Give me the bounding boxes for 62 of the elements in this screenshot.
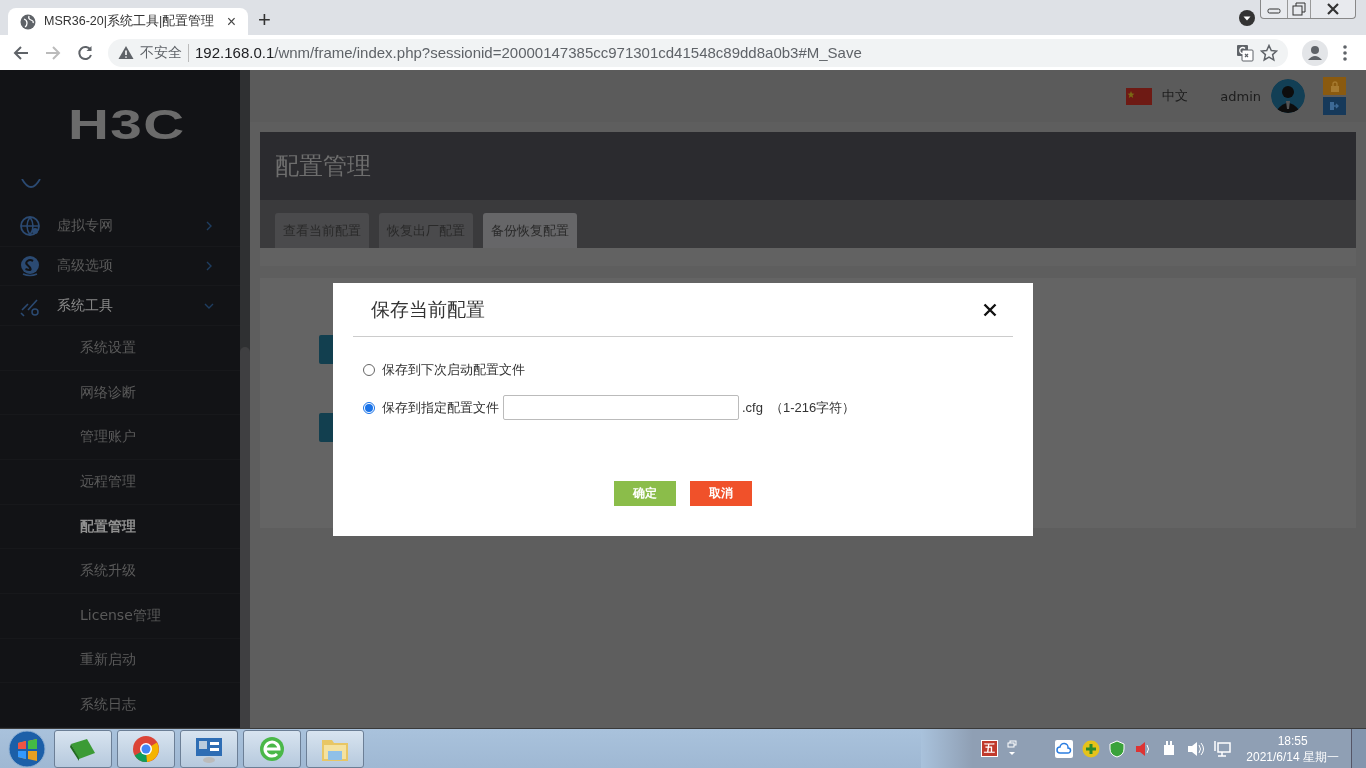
avatar-icon[interactable] <box>1271 79 1305 113</box>
forward-icon <box>44 43 62 62</box>
tab-close-button[interactable]: × <box>226 12 236 31</box>
plus-circle-icon[interactable] <box>1082 739 1101 758</box>
account-icon[interactable] <box>1302 39 1328 66</box>
filename-field[interactable] <box>503 395 739 420</box>
flag-icon <box>1126 87 1153 105</box>
new-tab-button[interactable]: + <box>258 7 271 33</box>
clock-time[interactable]: 18:55 <box>1277 732 1308 749</box>
taskbar-app[interactable] <box>117 729 175 768</box>
dropdown-icon[interactable] <box>1239 10 1255 26</box>
confirm-button[interactable]: 确定 <box>614 481 676 506</box>
chevron-right-icon <box>204 221 214 232</box>
dialog-title: 保存当前配置 <box>371 297 486 322</box>
cloud-icon[interactable] <box>1055 739 1074 758</box>
radio-label: 保存到指定配置文件 <box>382 398 499 417</box>
close-icon[interactable] <box>983 302 997 317</box>
browser-tab[interactable]: MSR36-20|系统工具|配置管理 × <box>8 8 248 35</box>
address-bar[interactable]: 不安全 192.168.0.1/wnm/frame/index.php?sessionid=20000147385cc971301cd41548c89dd8a0b3#M_Save <box>108 38 1288 67</box>
radio-label: 保存到下次启动配置文件 <box>382 361 525 379</box>
sidebar-item[interactable]: 高级选项 <box>0 246 240 287</box>
logo: H3C <box>67 99 187 150</box>
chevron-right-icon <box>204 261 214 271</box>
sidebar-icon <box>19 215 41 238</box>
lock-icon <box>1329 80 1340 92</box>
url-path: /wnm/frame/index.php?sessionid=20000147385cc971301cd41548c89dd8a0b3#M_Save <box>274 44 862 61</box>
menu-icon[interactable] <box>1342 43 1348 62</box>
taskbar-app[interactable] <box>180 729 238 768</box>
logout-button[interactable] <box>1323 97 1346 115</box>
taskbar-app[interactable] <box>54 729 112 768</box>
language-link[interactable]: 中文 <box>1162 87 1189 105</box>
page-title: 配置管理 <box>260 132 1356 200</box>
security-label: 不安全 <box>140 43 189 62</box>
tab-title: MSR36-20|系统工具|配置管理 <box>44 13 216 30</box>
taskbar-app[interactable] <box>243 729 301 768</box>
volume-icon[interactable] <box>1186 739 1205 758</box>
length-hint: （1-216字符） <box>769 398 856 417</box>
network-icon[interactable] <box>1213 739 1232 758</box>
clock-date[interactable]: 2021/6/14 星期一 <box>1246 748 1339 765</box>
sidebar-item-label: 系统工具 <box>57 296 114 315</box>
tray-expand-icon[interactable] <box>1007 739 1018 758</box>
show-desktop-button[interactable] <box>1351 728 1366 768</box>
input-method-icon[interactable]: 五 <box>981 740 999 757</box>
warning-icon <box>118 45 134 60</box>
taskbar-app[interactable] <box>306 729 364 768</box>
sidebar-item-label: 虚拟专网 <box>57 217 114 236</box>
sidebar-item-label: 高级选项 <box>57 257 114 275</box>
start-button[interactable] <box>8 729 46 768</box>
file-extension: .cfg <box>742 400 763 415</box>
scrollbar-thumb[interactable] <box>240 347 250 728</box>
sidebar-item[interactable]: 虚拟专网 <box>0 206 240 247</box>
reload-icon[interactable] <box>76 43 94 62</box>
cancel-button[interactable]: 取消 <box>690 481 752 506</box>
page-tab[interactable]: 备份恢复配置 <box>483 213 577 248</box>
star-icon[interactable] <box>1260 43 1278 62</box>
back-icon[interactable] <box>12 43 30 62</box>
logout-icon <box>1329 101 1340 111</box>
translate-icon[interactable] <box>1236 43 1254 62</box>
sidebar-icon <box>19 255 41 277</box>
shield-icon[interactable] <box>1109 739 1126 758</box>
url-host: 192.168.0.1 <box>195 44 275 61</box>
username: admin <box>1220 88 1261 104</box>
